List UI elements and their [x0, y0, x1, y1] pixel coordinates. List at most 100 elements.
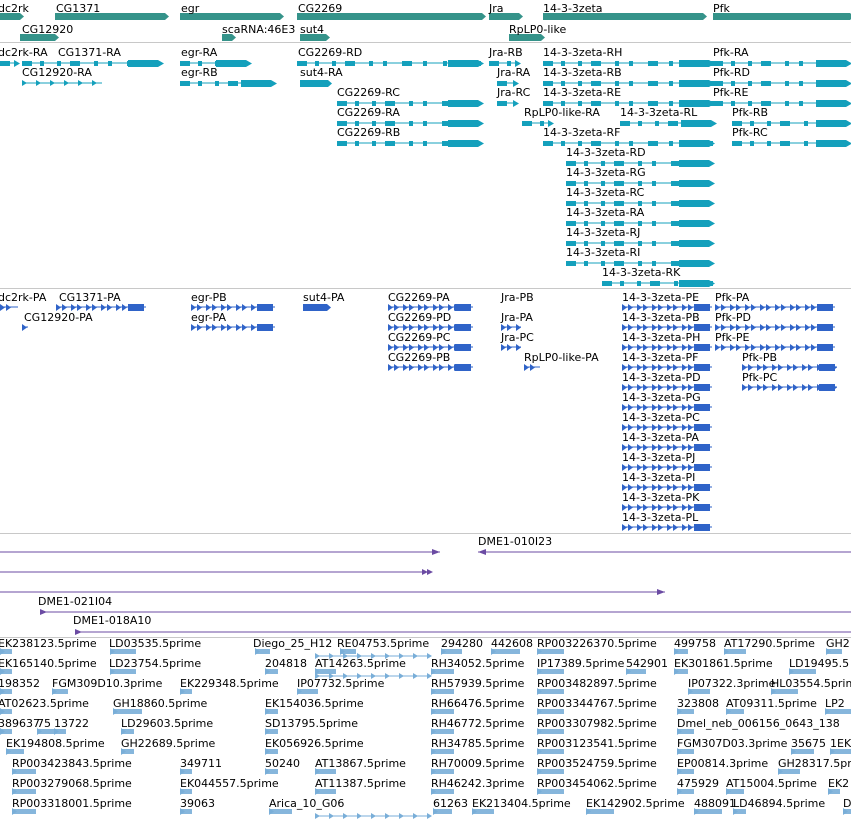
protein-glyph[interactable]	[501, 344, 521, 351]
protein-glyph[interactable]	[388, 344, 473, 351]
protein-glyph[interactable]	[622, 484, 712, 491]
transcript-label[interactable]: CG2269-RA	[337, 107, 400, 119]
est-label[interactable]: GH2	[826, 638, 850, 650]
est-label[interactable]: 13722	[54, 718, 89, 730]
transcript-label[interactable]: Pfk-RB	[732, 107, 768, 119]
clone-label[interactable]: DME1-010I23	[478, 536, 552, 548]
est-label[interactable]: AT17290.5prime	[724, 638, 815, 650]
est-label[interactable]: AT11387.5prime	[315, 778, 406, 790]
protein-label[interactable]: egr-PB	[191, 292, 227, 304]
transcript-label[interactable]: Jra-RA	[497, 67, 530, 79]
protein-glyph[interactable]	[622, 304, 712, 311]
clone-glyph[interactable]	[478, 549, 851, 555]
clone-glyph[interactable]	[0, 569, 433, 575]
est-label[interactable]: EK301861.5prime	[674, 658, 773, 670]
transcript-label[interactable]: sut4-RA	[300, 67, 343, 79]
protein-label[interactable]: 14-3-3zeta-PF	[622, 352, 698, 364]
gene-label[interactable]: RpLP0-like	[509, 24, 566, 36]
gene-label[interactable]: Pfk	[713, 3, 730, 15]
est-label[interactable]: RH70009.5prime	[431, 758, 524, 770]
protein-glyph[interactable]	[622, 524, 712, 531]
est-label[interactable]: EK194808.5prime	[6, 738, 105, 750]
protein-label[interactable]: CG1371-PA	[59, 292, 121, 304]
transcript-label[interactable]: 14-3-3zeta-RA	[566, 207, 644, 219]
est-label[interactable]: RE04753.5prime	[337, 638, 429, 650]
clone-label[interactable]: DME1-021I04	[38, 596, 112, 608]
protein-glyph[interactable]	[191, 304, 275, 311]
protein-label[interactable]: 14-3-3zeta-PJ	[622, 452, 695, 464]
gene-label[interactable]: 14-3-3zeta	[543, 3, 603, 15]
gene-label[interactable]: CG1371	[56, 3, 100, 15]
protein-label[interactable]: dc2rk-PA	[0, 292, 46, 304]
gene-glyph[interactable]	[713, 13, 851, 20]
transcript-label[interactable]: egr-RB	[181, 67, 218, 79]
transcript-label[interactable]: Jra-RC	[497, 87, 530, 99]
est-label[interactable]: RH34052.5prime	[431, 658, 524, 670]
transcript-label[interactable]: 14-3-3zeta-RG	[566, 167, 646, 179]
transcript-label[interactable]: Pfk-RC	[732, 127, 768, 139]
protein-label[interactable]: 14-3-3zeta-PB	[622, 312, 700, 324]
est-label[interactable]: 61263	[433, 798, 468, 810]
est-label[interactable]: RH66476.5prime	[431, 698, 524, 710]
est-label[interactable]: RP003524759.5prime	[537, 758, 657, 770]
protein-glyph[interactable]	[622, 364, 712, 371]
est-label[interactable]: 75	[37, 718, 51, 730]
protein-glyph[interactable]	[622, 504, 712, 511]
protein-label[interactable]: 14-3-3zeta-PG	[622, 392, 701, 404]
est-label[interactable]: GH22689.5prime	[121, 738, 215, 750]
est-label[interactable]: AT09311.5prime	[726, 698, 817, 710]
transcript-label[interactable]: Jra-RB	[489, 47, 523, 59]
protein-label[interactable]: 14-3-3zeta-PH	[622, 332, 700, 344]
transcript-label[interactable]: egr-RA	[181, 47, 217, 59]
est-label[interactable]: D	[843, 798, 851, 810]
est-label[interactable]: IP07322.3prime	[688, 678, 775, 690]
protein-glyph[interactable]	[622, 384, 712, 391]
est-label[interactable]: LD19495.5	[789, 658, 849, 670]
protein-label[interactable]: Pfk-PA	[715, 292, 749, 304]
protein-label[interactable]: CG2269-PD	[388, 312, 451, 324]
protein-glyph[interactable]	[742, 384, 837, 391]
protein-glyph[interactable]	[501, 324, 521, 331]
est-label[interactable]: EK142902.5prime	[586, 798, 685, 810]
est-label[interactable]: 488091	[694, 798, 736, 810]
est-label[interactable]: AT13867.5prime	[315, 758, 406, 770]
est-label[interactable]: Diego_25_H12	[253, 638, 332, 650]
est-label[interactable]: SD13795.5prime	[265, 718, 358, 730]
transcript-glyph[interactable]	[22, 80, 102, 86]
protein-label[interactable]: sut4-PA	[303, 292, 344, 304]
protein-glyph[interactable]	[388, 304, 473, 311]
est-label[interactable]: EK213404.5prime	[472, 798, 571, 810]
est-label[interactable]: LD29603.5prime	[121, 718, 213, 730]
est-label[interactable]: RH34785.5prime	[431, 738, 524, 750]
transcript-label[interactable]: 14-3-3zeta-RL	[620, 107, 697, 119]
transcript-label[interactable]: CG1371-RA	[58, 47, 121, 59]
est-label[interactable]: 442608	[491, 638, 533, 650]
protein-glyph[interactable]	[622, 404, 712, 411]
protein-glyph[interactable]	[191, 324, 275, 331]
est-label[interactable]: LD03535.5prime	[109, 638, 201, 650]
protein-glyph[interactable]	[524, 364, 540, 371]
gene-label[interactable]: scaRNA:46E3	[222, 24, 295, 36]
est-label[interactable]: EP00814.3prime	[677, 758, 768, 770]
transcript-label[interactable]: 14-3-3zeta-RE	[543, 87, 621, 99]
est-label[interactable]: AT15004.5prime	[726, 778, 817, 790]
est-label[interactable]: IP07732.5prime	[297, 678, 384, 690]
est-label[interactable]: EK154036.5prime	[265, 698, 364, 710]
protein-label[interactable]: CG2269-PB	[388, 352, 450, 364]
est-label[interactable]: RP003344767.5prime	[537, 698, 657, 710]
est-label[interactable]: 389637	[0, 718, 40, 730]
clone-glyph[interactable]	[0, 549, 440, 555]
transcript-label[interactable]: CG2269-RC	[337, 87, 400, 99]
protein-label[interactable]: 14-3-3zeta-PC	[622, 412, 700, 424]
transcript-label[interactable]: Pfk-RE	[713, 87, 748, 99]
protein-glyph[interactable]	[715, 304, 835, 311]
protein-glyph[interactable]	[622, 324, 712, 331]
est-label[interactable]: EK229348.5prime	[180, 678, 279, 690]
protein-label[interactable]: 14-3-3zeta-PI	[622, 472, 695, 484]
est-label[interactable]: FGM307D03.3prime	[677, 738, 787, 750]
transcript-label[interactable]: Pfk-RD	[713, 67, 750, 79]
transcript-glyph[interactable]	[0, 60, 20, 67]
protein-label[interactable]: Pfk-PC	[742, 372, 777, 384]
est-label[interactable]: RH57939.5prime	[431, 678, 524, 690]
transcript-glyph[interactable]	[337, 140, 484, 147]
